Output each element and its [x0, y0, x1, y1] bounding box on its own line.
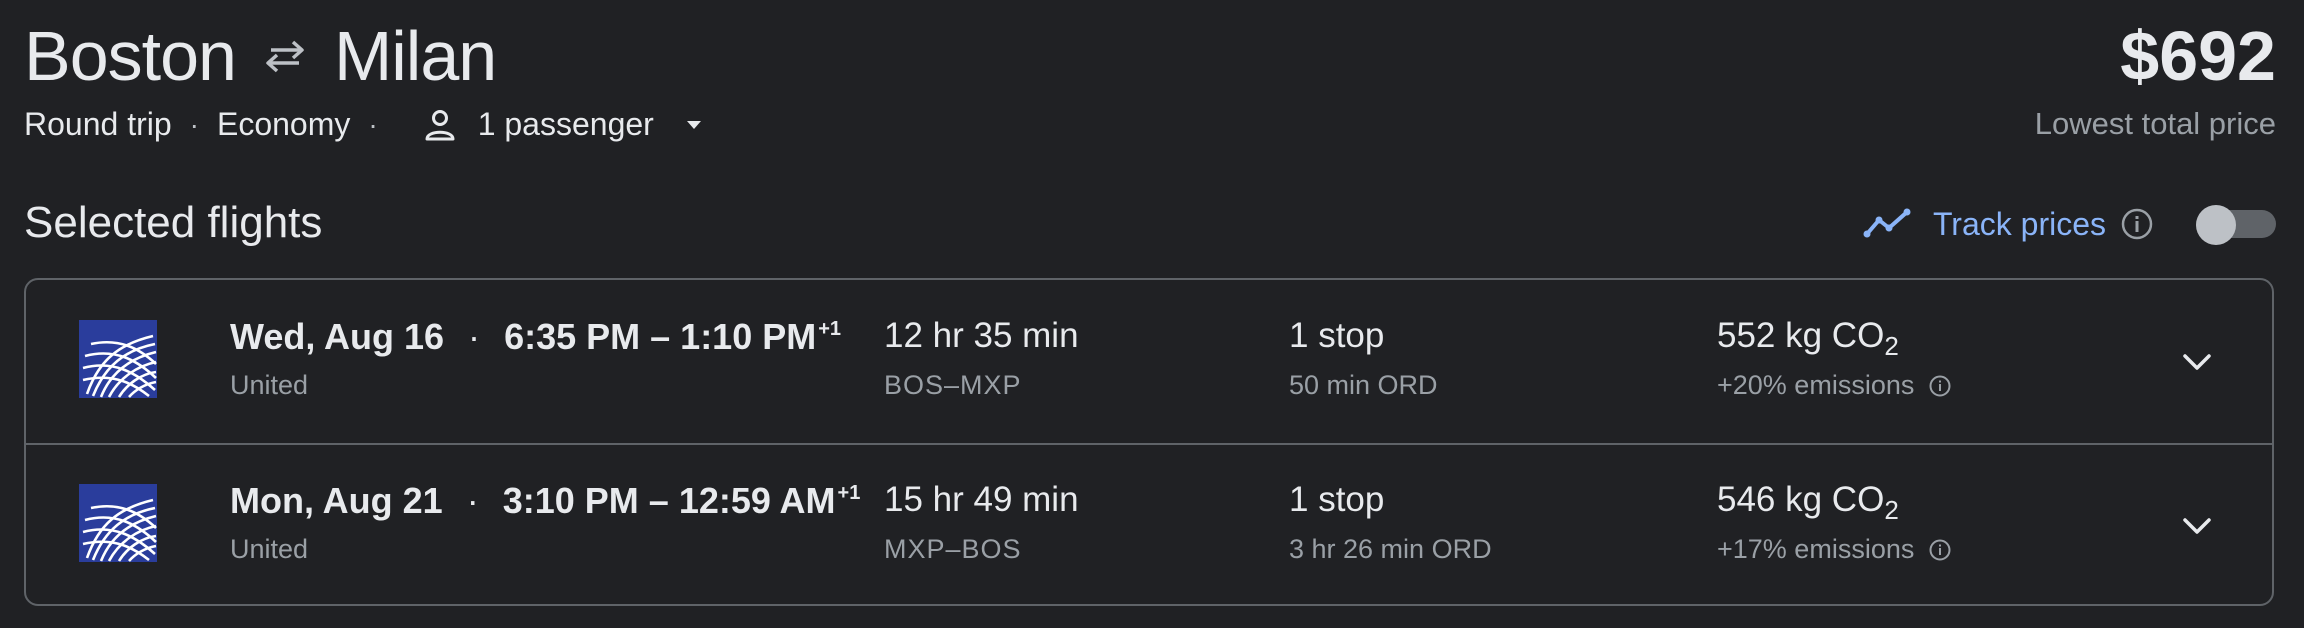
- emissions-info: +20% emissions: [1717, 370, 1952, 401]
- layover-info: 50 min ORD: [1289, 370, 1438, 400]
- track-prices: Track prices: [1863, 196, 2276, 252]
- flight-date: Wed, Aug 16: [230, 316, 445, 357]
- day-offset: +1: [818, 318, 842, 340]
- separator-dot: ·: [468, 316, 481, 357]
- layover-info: 3 hr 26 min ORD: [1289, 534, 1492, 564]
- emissions-percent: +20% emissions: [1717, 370, 1915, 400]
- total-price: $692: [2120, 17, 2276, 95]
- flight-row-return[interactable]: Mon, Aug 21 · 3:10 PM – 12:59 AM +1 Unite…: [26, 444, 2272, 607]
- selected-flights-panel: Wed, Aug 16 · 6:35 PM – 1:10 PM +1 United…: [24, 278, 2274, 606]
- co2-value: 546 kg CO: [1717, 480, 1885, 519]
- route-title: Boston Milan: [24, 14, 2276, 98]
- airport-codes: BOS–MXP: [884, 370, 1022, 400]
- flight-date: Mon, Aug 21: [230, 480, 443, 521]
- trip-header: Boston Milan Round trip · Economy · 1 pa…: [24, 14, 2276, 144]
- swap-arrows-icon: [250, 31, 320, 81]
- passenger-count: 1 passenger: [477, 106, 654, 142]
- stop-count: 1 stop: [1289, 316, 1385, 355]
- passenger-selector[interactable]: 1 passenger: [396, 106, 704, 143]
- co2-subscript: 2: [1884, 331, 1899, 361]
- chevron-down-icon[interactable]: [2177, 506, 2217, 546]
- toggle-knob: [2196, 205, 2236, 245]
- co2-amount: 552 kg CO2: [1717, 316, 1899, 362]
- info-icon[interactable]: [1928, 538, 1952, 562]
- track-prices-toggle[interactable]: [2196, 205, 2276, 245]
- stop-count: 1 stop: [1289, 480, 1385, 519]
- flight-duration: 12 hr 35 min: [884, 316, 1079, 355]
- flight-times: Wed, Aug 16 · 6:35 PM – 1:10 PM +1: [230, 316, 841, 358]
- selected-flights-title: Selected flights: [24, 198, 323, 247]
- caret-down-icon: [686, 120, 701, 129]
- track-prices-label[interactable]: Track prices: [1933, 206, 2106, 243]
- flight-times: Mon, Aug 21 · 3:10 PM – 12:59 AM +1: [230, 480, 860, 522]
- departure-time: 3:10 PM: [502, 480, 639, 521]
- airline-name: United: [230, 370, 309, 400]
- airline-name: United: [230, 534, 309, 564]
- destination-city: Milan: [333, 17, 497, 95]
- separator-dot: ·: [189, 108, 199, 140]
- co2-subscript: 2: [1884, 495, 1899, 525]
- airport-codes: MXP–BOS: [884, 534, 1022, 564]
- arrival-time: 12:59 AM: [678, 480, 836, 521]
- emissions-percent: +17% emissions: [1717, 534, 1915, 564]
- cabin-class: Economy: [216, 106, 351, 142]
- departure-time: 6:35 PM: [504, 316, 641, 357]
- flight-row-outbound[interactable]: Wed, Aug 16 · 6:35 PM – 1:10 PM +1 United…: [26, 280, 2272, 445]
- co2-amount: 546 kg CO2: [1717, 480, 1899, 526]
- co2-value: 552 kg CO: [1717, 316, 1885, 355]
- info-icon[interactable]: [1928, 374, 1952, 398]
- separator-dot: ·: [466, 480, 479, 521]
- time-dash: –: [648, 480, 679, 521]
- separator-dot: ·: [368, 108, 378, 140]
- price-summary: $692 Lowest total price: [2035, 14, 2276, 142]
- time-dash: –: [650, 316, 681, 357]
- united-globe-logo: [79, 484, 157, 562]
- trend-line-icon: [1863, 208, 1911, 238]
- arrival-time: 1:10 PM: [680, 316, 817, 357]
- flight-duration: 15 hr 49 min: [884, 480, 1079, 519]
- trip-type: Round trip: [24, 106, 172, 142]
- united-globe-logo: [79, 320, 157, 398]
- trip-options: Round trip · Economy · 1 passenger: [24, 106, 2276, 143]
- origin-city: Boston: [24, 17, 237, 95]
- person-icon: [425, 109, 455, 140]
- price-label: Lowest total price: [2034, 106, 2276, 141]
- day-offset: +1: [837, 482, 861, 504]
- chevron-down-icon[interactable]: [2177, 342, 2217, 382]
- emissions-info: +17% emissions: [1717, 534, 1952, 565]
- info-icon[interactable]: [2120, 207, 2154, 241]
